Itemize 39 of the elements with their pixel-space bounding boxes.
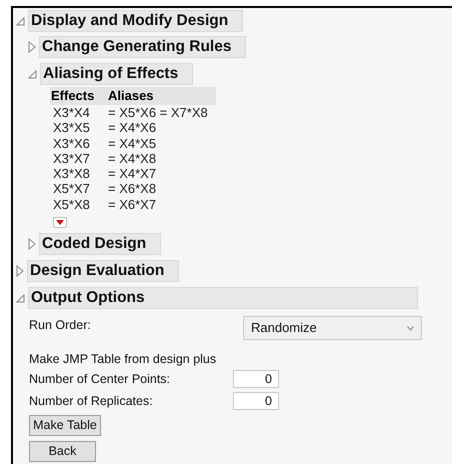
table-cell-text: X5*X7	[52, 181, 91, 197]
section-header[interactable]: Change Generating Rules	[39, 36, 246, 58]
section-header[interactable]: Coded Design	[39, 233, 162, 256]
expanded-triangle-icon[interactable]	[16, 294, 25, 303]
expanded-triangle-icon[interactable]	[28, 70, 37, 78]
section-header[interactable]: Aliasing of Effects	[40, 63, 194, 85]
table-cell: = X5*X6 = X7*X8	[108, 105, 208, 120]
table-cell: = X4*X5	[108, 136, 156, 151]
collapsed-triangle-icon[interactable]	[28, 238, 36, 250]
table-cell: = X4*X7	[108, 166, 156, 182]
section-header[interactable]: Display and Modify Design	[28, 10, 244, 32]
table-cell-text: X3*X8	[52, 166, 91, 182]
number-field[interactable]: 0	[233, 392, 279, 410]
field-label: Number of Replicates:	[29, 392, 154, 410]
action-button[interactable]: Back	[29, 441, 96, 462]
description-text: Make JMP Table from design plus	[29, 351, 218, 368]
chevron-down-icon	[407, 326, 414, 331]
column-header: Effects	[50, 87, 96, 105]
collapsed-triangle-icon[interactable]	[28, 41, 36, 53]
field-label: Run Order:	[29, 317, 91, 334]
expanded-triangle-icon[interactable]	[16, 16, 25, 26]
run-order-dropdown[interactable]: Randomize	[243, 316, 422, 340]
table-cell: = X4*X6	[108, 120, 156, 136]
field-label: Number of Center Points:	[29, 370, 172, 388]
table-cell-text: X3*X7	[52, 150, 91, 166]
table-cell-text: X5*X8	[52, 196, 91, 212]
table-cell: = X6*X7	[108, 196, 156, 212]
table-cell: = X4*X8	[108, 150, 156, 166]
menu-disclosure-icon[interactable]	[53, 217, 67, 228]
table-cell-text: X3*X4	[52, 105, 91, 120]
action-button[interactable]: Make Table	[29, 415, 101, 436]
number-field[interactable]: 0	[233, 370, 279, 388]
section-header[interactable]: Output Options	[28, 287, 418, 310]
table-cell-text: X3*X6	[52, 136, 91, 151]
table-cell: = X6*X8	[108, 181, 156, 197]
collapsed-triangle-icon[interactable]	[16, 265, 24, 278]
column-header: Aliases	[108, 87, 154, 105]
section-header[interactable]: Design Evaluation	[27, 260, 180, 282]
table-cell-text: X3*X5	[52, 120, 91, 136]
